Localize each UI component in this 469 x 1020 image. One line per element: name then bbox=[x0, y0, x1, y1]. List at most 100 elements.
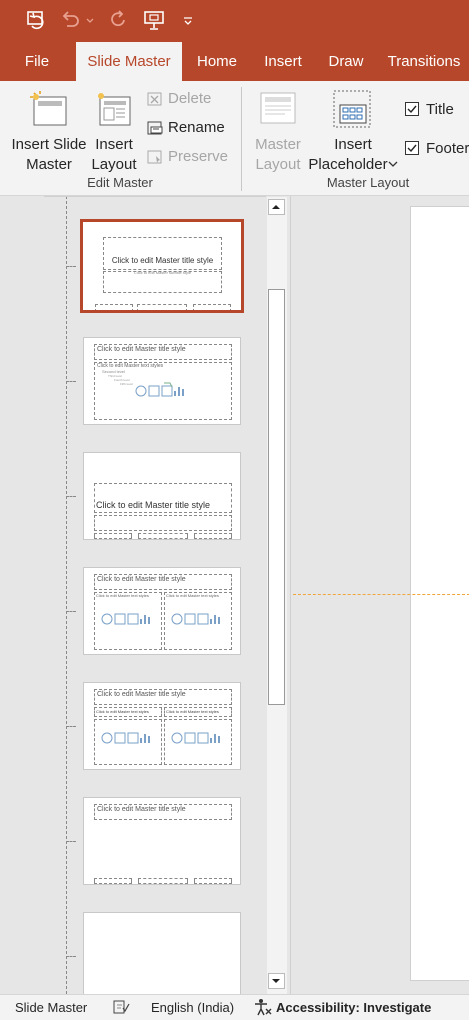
insert-layout-label-1: Insert bbox=[95, 136, 133, 153]
delete-label: Delete bbox=[168, 90, 212, 107]
thumb-level: Fifth level bbox=[120, 382, 133, 386]
footer-placeholder bbox=[138, 878, 188, 884]
master-layout-group-label: Master Layout bbox=[326, 175, 410, 190]
title-checkbox-box[interactable] bbox=[405, 102, 419, 116]
footer-placeholder bbox=[138, 533, 188, 539]
thumb-title-text: Click to edit Master title style bbox=[94, 344, 232, 360]
arrow-down-icon bbox=[272, 979, 280, 983]
master-layout-label-1: Master bbox=[255, 136, 301, 153]
date-placeholder bbox=[95, 304, 133, 310]
customize-toolbar-icon[interactable] bbox=[182, 8, 194, 32]
thumb-title-text: Click to edit Master title style bbox=[96, 500, 211, 510]
tab-draw[interactable]: Draw bbox=[320, 42, 372, 81]
view-indicator[interactable]: Slide Master bbox=[15, 1000, 87, 1015]
slide-thumbnail-layout-6[interactable]: Click to edit Master title style bbox=[83, 797, 241, 885]
number-placeholder bbox=[193, 304, 231, 310]
edit-master-group-label: Edit Master bbox=[87, 175, 153, 190]
tab-transitions[interactable]: Transitions bbox=[382, 42, 466, 81]
number-placeholder bbox=[194, 878, 232, 884]
rename-button[interactable]: Rename bbox=[144, 117, 236, 139]
slide-thumbnail-layout-5[interactable]: Click to edit Master title style Click t… bbox=[83, 682, 241, 770]
ribbon-tabs: File Slide Master Home Insert Draw Trans… bbox=[0, 42, 469, 81]
delete-button[interactable]: Delete bbox=[144, 88, 236, 110]
master-layout-button[interactable]: Master Layout bbox=[250, 85, 306, 173]
thumb-connector bbox=[66, 726, 76, 727]
footer-placeholder bbox=[137, 304, 187, 310]
thumb-subtitle-text: Click to edit Master subtitle style bbox=[133, 270, 192, 275]
content-icons bbox=[135, 382, 184, 397]
footers-checkbox[interactable]: Footers bbox=[404, 138, 469, 160]
delete-icon bbox=[147, 92, 162, 106]
tab-home[interactable]: Home bbox=[188, 42, 246, 81]
tab-slide-master[interactable]: Slide Master bbox=[76, 42, 182, 81]
insert-layout-button[interactable]: Insert Layout bbox=[90, 85, 138, 173]
slide-thumbnail-layout-3[interactable]: Click to edit Master title style bbox=[83, 452, 241, 540]
check-icon bbox=[407, 144, 417, 153]
thumb-title-text: Click to edit Master title style bbox=[111, 256, 214, 265]
thumb-text-styles: Click to edit Master text styles bbox=[166, 709, 219, 714]
slide-editing-area bbox=[290, 196, 469, 994]
insert-slide-master-label-2: Master bbox=[26, 156, 72, 173]
thumb-connector bbox=[66, 611, 76, 612]
thumb-text-styles: Click to edit Master text styles bbox=[166, 593, 219, 598]
content-icons bbox=[171, 613, 220, 625]
insert-placeholder-button[interactable]: Insert Placeholder bbox=[306, 85, 400, 173]
insert-slide-master-icon bbox=[30, 91, 67, 126]
insert-layout-label-2: Layout bbox=[91, 156, 137, 173]
arrow-up-icon bbox=[272, 205, 280, 209]
slide-thumbnail-layout-7[interactable] bbox=[83, 912, 241, 994]
title-checkbox-label: Title bbox=[426, 101, 454, 118]
title-bar bbox=[0, 0, 469, 42]
scroll-down-button[interactable] bbox=[268, 973, 285, 989]
thumb-connector bbox=[66, 956, 76, 957]
thumb-connector bbox=[66, 266, 76, 267]
preserve-icon bbox=[147, 150, 162, 164]
language-indicator[interactable]: English (India) bbox=[151, 1000, 234, 1015]
spelling-check-icon[interactable] bbox=[112, 999, 130, 1015]
date-placeholder bbox=[94, 533, 132, 539]
thumb-connector bbox=[66, 496, 76, 497]
content-icons bbox=[101, 613, 150, 625]
undo-dropdown-icon[interactable] bbox=[84, 8, 96, 32]
number-placeholder bbox=[194, 533, 232, 539]
thumb-text-styles: Click to edit Master text styles bbox=[96, 709, 149, 714]
master-layout-icon bbox=[260, 92, 296, 124]
tab-insert[interactable]: Insert bbox=[256, 42, 310, 81]
master-layout-label-2: Layout bbox=[255, 156, 301, 173]
check-icon bbox=[407, 105, 417, 114]
thumb-text-styles: Click to edit Master text styles bbox=[96, 593, 149, 598]
scroll-thumb[interactable] bbox=[268, 289, 285, 705]
date-placeholder bbox=[94, 878, 132, 884]
content-icons bbox=[171, 732, 220, 744]
insert-layout-icon bbox=[98, 93, 131, 126]
smart-guide bbox=[293, 594, 469, 595]
thumbnail-scrollbar[interactable] bbox=[267, 197, 287, 994]
thumb-title-text: Click to edit Master title style bbox=[94, 574, 232, 590]
accessibility-status[interactable]: Accessibility: Investigate bbox=[276, 1000, 431, 1015]
reuse-slides-icon[interactable] bbox=[24, 8, 48, 32]
thumb-connector bbox=[66, 381, 76, 382]
presenter-view-icon[interactable] bbox=[142, 8, 166, 32]
undo-icon[interactable] bbox=[58, 8, 82, 32]
insert-slide-master-label-1: Insert Slide bbox=[11, 136, 87, 153]
footers-checkbox-box[interactable] bbox=[405, 141, 419, 155]
tab-file[interactable]: File bbox=[14, 42, 60, 81]
title-checkbox[interactable]: Title bbox=[404, 99, 469, 121]
preserve-label: Preserve bbox=[168, 148, 229, 165]
rename-label: Rename bbox=[168, 119, 225, 136]
insert-slide-master-button[interactable]: Insert Slide Master bbox=[8, 85, 90, 173]
title-placeholder bbox=[103, 237, 222, 270]
thumb-title-text: Click to edit Master title style bbox=[94, 689, 232, 705]
scroll-up-button[interactable] bbox=[268, 199, 285, 215]
preserve-button[interactable]: Preserve bbox=[144, 146, 236, 168]
slide-thumbnail-layout-4[interactable]: Click to edit Master title style Click t… bbox=[83, 567, 241, 655]
group-divider bbox=[241, 87, 242, 191]
redo-icon[interactable] bbox=[106, 8, 130, 32]
chevron-down-icon bbox=[388, 161, 398, 167]
slide-thumbnail-layout-2[interactable]: Click to edit Master title style Click t… bbox=[83, 337, 241, 425]
insert-placeholder-label-2: Placeholder bbox=[308, 156, 388, 173]
footers-checkbox-label: Footers bbox=[426, 140, 469, 157]
accessibility-icon bbox=[255, 999, 272, 1016]
text-placeholder bbox=[94, 515, 232, 531]
slide-thumbnail-master[interactable]: Click to edit Master title style Click t… bbox=[80, 219, 244, 313]
